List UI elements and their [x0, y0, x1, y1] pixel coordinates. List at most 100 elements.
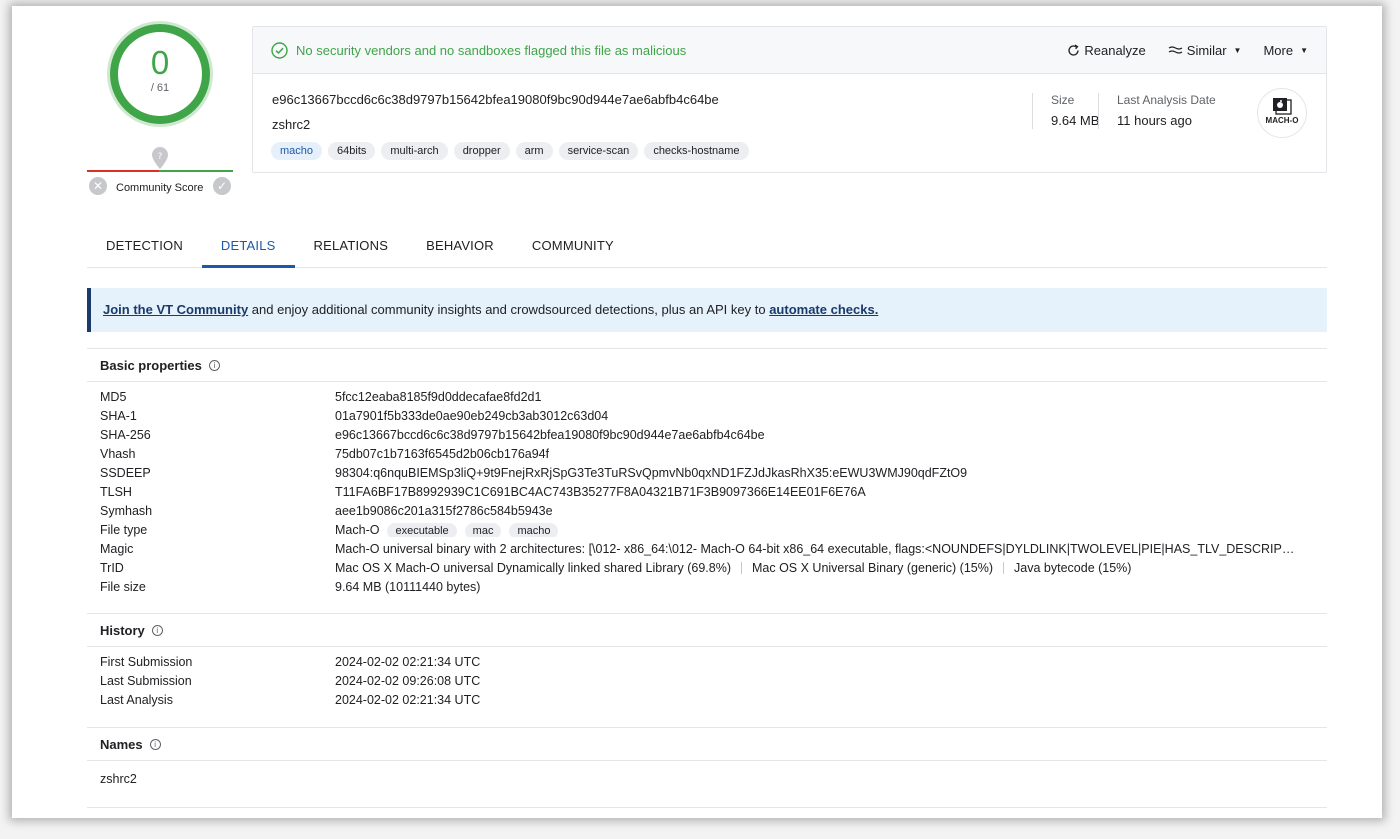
join-community-link[interactable]: Join the VT Community — [103, 302, 248, 317]
tab-bar: DETECTION DETAILS RELATIONS BEHAVIOR COM… — [87, 228, 1327, 268]
file-tag[interactable]: checks-hostname — [644, 142, 749, 160]
divider — [1003, 562, 1005, 575]
refresh-icon — [1068, 43, 1080, 56]
check-circle-icon — [271, 41, 288, 59]
history-key: Last Submission — [100, 673, 192, 688]
file-type-badge: MACH-O — [1257, 88, 1307, 138]
reanalyze-button[interactable]: Reanalyze — [1067, 42, 1146, 58]
chevron-down-icon: ▼ — [1233, 45, 1242, 55]
info-icon[interactable]: i — [208, 359, 220, 371]
file-tag[interactable]: multi-arch — [381, 142, 448, 160]
property-row: Magic Mach-O universal binary with 2 arch… — [87, 539, 1327, 558]
tlsh-value[interactable]: T11FA6BF17B8992939C1C691BC4AC743B35277F8… — [335, 485, 866, 499]
size-value: 9.64 MB — [1051, 113, 1100, 128]
property-key: SHA-1 — [100, 408, 137, 423]
more-dropdown[interactable]: More ▼ — [1263, 43, 1308, 58]
tab-behavior[interactable]: BEHAVIOR — [407, 228, 513, 268]
reanalyze-label: Reanalyze — [1084, 42, 1146, 58]
divider — [740, 562, 742, 575]
tab-details[interactable]: DETAILS — [201, 228, 295, 268]
property-key: SSDEEP — [100, 465, 151, 480]
trid-entry: Java bytecode (15%) — [1014, 560, 1132, 575]
apple-file-icon — [1273, 98, 1292, 115]
last-analysis-value: 2024-02-02 02:21:34 UTC — [335, 692, 481, 707]
file-tag[interactable]: macho — [271, 142, 323, 160]
property-key: File size — [100, 579, 146, 594]
trid-value: Mac OS X Mach-O universal Dynamically li… — [335, 561, 1131, 575]
detection-score-ring: 0 / 61 — [110, 24, 210, 124]
file-tag[interactable]: arm — [515, 142, 553, 160]
more-label: More — [1263, 42, 1294, 58]
tab-detection[interactable]: DETECTION — [87, 228, 202, 268]
file-tag[interactable]: dropper — [453, 142, 510, 160]
magic-value: Mach-O universal binary with 2 architect… — [335, 541, 1297, 556]
similar-icon — [1168, 46, 1183, 54]
tab-relations[interactable]: RELATIONS — [295, 228, 408, 268]
file-size-meta: Size 9.64 MB — [1032, 93, 1099, 129]
vendor-total: / 61 — [150, 82, 170, 94]
section-header: History i — [87, 613, 1327, 647]
property-row: TLSH T11FA6BF17B8992939C1C691BC4AC743B352… — [87, 482, 1327, 501]
file-hash[interactable]: e96c13667bccd6c6c38d9797b15642bfea19080f… — [272, 92, 719, 107]
page-frame: 0 / 61 ? ✕ Community Score ✓ No security… — [12, 6, 1382, 818]
property-row: MD5 5fcc12eaba8185f9d0ddecafae8fd2d1 — [87, 387, 1327, 406]
filesize-value: 9.64 MB (10111440 bytes) — [335, 579, 481, 594]
property-key: Symhash — [100, 503, 153, 518]
last-analysis-value: 11 hours ago — [1117, 113, 1192, 128]
property-row: Symhash aee1b9086c201a315f2786c584b5943e — [87, 501, 1327, 520]
property-row: File size 9.64 MB (10111440 bytes) — [87, 577, 1327, 596]
history-row: Last Analysis 2024-02-02 02:21:34 UTC — [87, 690, 1327, 709]
community-score-bar — [87, 170, 233, 172]
similar-label: Similar — [1186, 42, 1227, 58]
file-type-label: MACH-O — [1265, 116, 1299, 125]
chevron-down-icon: ▼ — [1300, 45, 1308, 55]
last-submission-value: 2024-02-02 09:26:08 UTC — [335, 673, 481, 688]
score-bar-negative — [87, 170, 159, 172]
property-key: SHA-256 — [100, 427, 151, 442]
md5-value[interactable]: 5fcc12eaba8185f9d0ddecafae8fd2d1 — [335, 390, 541, 404]
history-section: History i First Submission 2024-02-02 02:… — [87, 613, 1327, 709]
names-section: Names i zshrc2 — [87, 727, 1327, 797]
filetype-tag[interactable]: executable — [387, 522, 457, 537]
section-header: Basic properties i — [87, 348, 1327, 382]
section-title: Names — [100, 736, 143, 752]
history-key: Last Analysis — [100, 692, 173, 707]
status-bar: No security vendors and no sandboxes fla… — [253, 27, 1326, 74]
property-row: SSDEEP 98304:q6nquBIEMSp3liQ+9t9FnejRxRjS… — [87, 463, 1327, 482]
info-icon[interactable]: i — [151, 624, 163, 636]
property-row: SHA-256 e96c13667bccd6c6c38d9797b15642bfe… — [87, 425, 1327, 444]
similar-dropdown[interactable]: Similar ▼ — [1168, 42, 1242, 58]
trid-entry: Mac OS X Mach-O universal Dynamically li… — [335, 560, 731, 575]
section-header: Names i — [87, 727, 1327, 761]
file-tag[interactable]: 64bits — [328, 142, 376, 160]
ssdeep-value[interactable]: 98304:q6nquBIEMSp3liQ+9t9FnejRxRjSpG3Te3… — [335, 466, 967, 480]
filetype-text: Mach-O — [335, 522, 380, 537]
basic-properties-section: Basic properties i MD5 5fcc12eaba8185f9d0… — [87, 348, 1327, 596]
filetype-tag[interactable]: macho — [509, 522, 559, 537]
tab-community[interactable]: COMMUNITY — [513, 228, 633, 268]
first-submission-value: 2024-02-02 02:21:34 UTC — [335, 654, 481, 669]
vhash-value[interactable]: 75db07c1b7163f6545d2b06cb176a94f — [335, 447, 549, 461]
file-summary-card: No security vendors and no sandboxes fla… — [252, 26, 1327, 173]
automate-checks-link[interactable]: automate checks. — [769, 302, 878, 317]
history-row: First Submission 2024-02-02 02:21:34 UTC — [87, 652, 1327, 671]
community-banner: Join the VT Community and enjoy addition… — [87, 288, 1327, 332]
property-row: File type Mach-O executable mac macho — [87, 520, 1327, 539]
property-key: TrID — [100, 560, 124, 575]
detection-count: 0 — [150, 44, 170, 81]
file-tag[interactable]: service-scan — [558, 142, 639, 160]
file-tags: macho 64bits multi-arch dropper arm serv… — [271, 142, 749, 160]
property-row: Vhash 75db07c1b7163f6545d2b06cb176a94f — [87, 444, 1327, 463]
vote-down-icon[interactable]: ✕ — [89, 177, 107, 195]
status-message: No security vendors and no sandboxes fla… — [296, 42, 687, 58]
symhash-value[interactable]: aee1b9086c201a315f2786c584b5943e — [335, 504, 553, 518]
sha256-value[interactable]: e96c13667bccd6c6c38d9797b15642bfea19080f… — [335, 428, 765, 442]
property-row: TrID Mac OS X Mach-O universal Dynamicall… — [87, 558, 1327, 577]
section-title: Basic properties — [100, 357, 202, 373]
property-row: SHA-1 01a7901f5b333de0ae90eb249cb3ab3012c… — [87, 406, 1327, 425]
last-analysis-meta: Last Analysis Date 11 hours ago — [1098, 93, 1216, 129]
sha1-value[interactable]: 01a7901f5b333de0ae90eb249cb3ab3012c63d04 — [335, 409, 608, 423]
vote-up-icon[interactable]: ✓ — [213, 177, 231, 195]
info-icon[interactable]: i — [149, 738, 161, 750]
filetype-tag[interactable]: mac — [464, 522, 502, 537]
